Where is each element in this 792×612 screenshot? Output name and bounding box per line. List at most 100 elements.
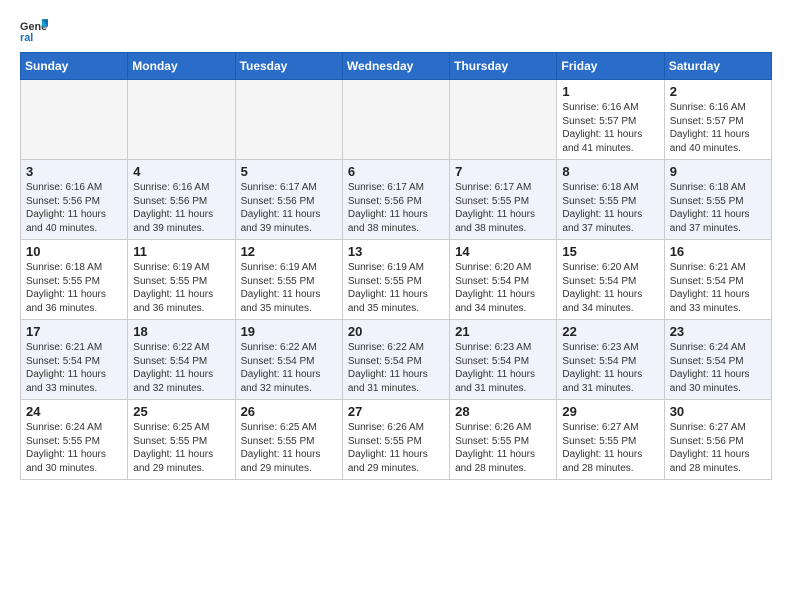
day-info: Sunrise: 6:18 AM Sunset: 5:55 PM Dayligh… xyxy=(26,261,122,315)
day-number: 20 xyxy=(348,324,444,339)
day-info: Sunrise: 6:16 AM Sunset: 5:56 PM Dayligh… xyxy=(26,181,122,235)
day-info: Sunrise: 6:19 AM Sunset: 5:55 PM Dayligh… xyxy=(133,261,229,315)
day-info: Sunrise: 6:17 AM Sunset: 5:55 PM Dayligh… xyxy=(455,181,551,235)
day-cell: 27 Sunrise: 6:26 AM Sunset: 5:55 PM Dayli… xyxy=(342,400,449,480)
header: Gene ral xyxy=(0,0,792,52)
weekday-header-monday: Monday xyxy=(128,53,235,80)
day-cell: 12 Sunrise: 6:19 AM Sunset: 5:55 PM Dayli… xyxy=(235,240,342,320)
day-number: 6 xyxy=(348,164,444,179)
day-cell: 15 Sunrise: 6:20 AM Sunset: 5:54 PM Dayli… xyxy=(557,240,664,320)
day-info: Sunrise: 6:19 AM Sunset: 5:55 PM Dayligh… xyxy=(348,261,444,315)
day-cell xyxy=(450,80,557,160)
day-info: Sunrise: 6:21 AM Sunset: 5:54 PM Dayligh… xyxy=(670,261,766,315)
day-info: Sunrise: 6:16 AM Sunset: 5:57 PM Dayligh… xyxy=(670,101,766,155)
day-info: Sunrise: 6:17 AM Sunset: 5:56 PM Dayligh… xyxy=(241,181,337,235)
day-info: Sunrise: 6:27 AM Sunset: 5:56 PM Dayligh… xyxy=(670,421,766,475)
day-number: 30 xyxy=(670,404,766,419)
day-cell: 22Sunrise: 6:23 AM Sunset: 5:54 PM Dayli… xyxy=(557,320,664,400)
weekday-header-wednesday: Wednesday xyxy=(342,53,449,80)
day-info: Sunrise: 6:21 AM Sunset: 5:54 PM Dayligh… xyxy=(26,341,122,395)
day-info: Sunrise: 6:22 AM Sunset: 5:54 PM Dayligh… xyxy=(241,341,337,395)
day-info: Sunrise: 6:22 AM Sunset: 5:54 PM Dayligh… xyxy=(348,341,444,395)
day-cell: 29 Sunrise: 6:27 AM Sunset: 5:55 PM Dayli… xyxy=(557,400,664,480)
day-cell: 23 Sunrise: 6:24 AM Sunset: 5:54 PM Dayli… xyxy=(664,320,771,400)
day-number: 29 xyxy=(562,404,658,419)
day-cell: 3 Sunrise: 6:16 AM Sunset: 5:56 PM Daylig… xyxy=(21,160,128,240)
calendar-container: SundayMondayTuesdayWednesdayThursdayFrid… xyxy=(20,52,772,480)
day-info: Sunrise: 6:18 AM Sunset: 5:55 PM Dayligh… xyxy=(670,181,766,235)
day-cell: 17 Sunrise: 6:21 AM Sunset: 5:54 PM Dayli… xyxy=(21,320,128,400)
day-number: 2 xyxy=(670,84,766,99)
day-number: 16 xyxy=(670,244,766,259)
weekday-header-row: SundayMondayTuesdayWednesdayThursdayFrid… xyxy=(21,53,772,80)
day-number: 26 xyxy=(241,404,337,419)
day-info: Sunrise: 6:20 AM Sunset: 5:54 PM Dayligh… xyxy=(562,261,658,315)
day-cell: 6 Sunrise: 6:17 AM Sunset: 5:56 PM Daylig… xyxy=(342,160,449,240)
day-cell: 1 Sunrise: 6:16 AM Sunset: 5:57 PM Daylig… xyxy=(557,80,664,160)
weekday-header-saturday: Saturday xyxy=(664,53,771,80)
day-number: 8 xyxy=(562,164,658,179)
day-number: 19 xyxy=(241,324,337,339)
day-cell: 26 Sunrise: 6:25 AM Sunset: 5:55 PM Dayli… xyxy=(235,400,342,480)
day-number: 15 xyxy=(562,244,658,259)
weekday-header-thursday: Thursday xyxy=(450,53,557,80)
svg-text:ral: ral xyxy=(20,32,33,44)
day-number: 11 xyxy=(133,244,229,259)
day-number: 23 xyxy=(670,324,766,339)
day-number: 22 xyxy=(562,324,658,339)
logo: Gene ral xyxy=(20,16,54,44)
day-cell: 30 Sunrise: 6:27 AM Sunset: 5:56 PM Dayli… xyxy=(664,400,771,480)
day-cell xyxy=(128,80,235,160)
day-info: Sunrise: 6:18 AM Sunset: 5:55 PM Dayligh… xyxy=(562,181,658,235)
day-cell: 10 Sunrise: 6:18 AM Sunset: 5:55 PM Dayli… xyxy=(21,240,128,320)
weekday-header-tuesday: Tuesday xyxy=(235,53,342,80)
day-cell: 13 Sunrise: 6:19 AM Sunset: 5:55 PM Dayli… xyxy=(342,240,449,320)
page: Gene ral SundayMondayTuesdayWednesdayThu… xyxy=(0,0,792,612)
weekday-header-sunday: Sunday xyxy=(21,53,128,80)
day-cell: 5 Sunrise: 6:17 AM Sunset: 5:56 PM Daylig… xyxy=(235,160,342,240)
day-number: 14 xyxy=(455,244,551,259)
day-cell: 28Sunrise: 6:26 AM Sunset: 5:55 PM Dayli… xyxy=(450,400,557,480)
day-info: Sunrise: 6:25 AM Sunset: 5:55 PM Dayligh… xyxy=(241,421,337,475)
day-info: Sunrise: 6:17 AM Sunset: 5:56 PM Dayligh… xyxy=(348,181,444,235)
weekday-header-friday: Friday xyxy=(557,53,664,80)
day-cell: 24Sunrise: 6:24 AM Sunset: 5:55 PM Dayli… xyxy=(21,400,128,480)
day-cell: 7 Sunrise: 6:17 AM Sunset: 5:55 PM Daylig… xyxy=(450,160,557,240)
day-cell: 4 Sunrise: 6:16 AM Sunset: 5:56 PM Daylig… xyxy=(128,160,235,240)
day-number: 17 xyxy=(26,324,122,339)
day-info: Sunrise: 6:24 AM Sunset: 5:55 PM Dayligh… xyxy=(26,421,122,475)
day-number: 5 xyxy=(241,164,337,179)
day-info: Sunrise: 6:23 AM Sunset: 5:54 PM Dayligh… xyxy=(455,341,551,395)
day-info: Sunrise: 6:27 AM Sunset: 5:55 PM Dayligh… xyxy=(562,421,658,475)
day-number: 9 xyxy=(670,164,766,179)
day-info: Sunrise: 6:22 AM Sunset: 5:54 PM Dayligh… xyxy=(133,341,229,395)
day-number: 18 xyxy=(133,324,229,339)
day-info: Sunrise: 6:25 AM Sunset: 5:55 PM Dayligh… xyxy=(133,421,229,475)
day-number: 7 xyxy=(455,164,551,179)
day-info: Sunrise: 6:26 AM Sunset: 5:55 PM Dayligh… xyxy=(455,421,551,475)
day-number: 13 xyxy=(348,244,444,259)
day-info: Sunrise: 6:16 AM Sunset: 5:56 PM Dayligh… xyxy=(133,181,229,235)
day-number: 1 xyxy=(562,84,658,99)
day-number: 27 xyxy=(348,404,444,419)
week-row-4: 17 Sunrise: 6:21 AM Sunset: 5:54 PM Dayli… xyxy=(21,320,772,400)
logo-icon: Gene ral xyxy=(20,16,48,44)
calendar-table: SundayMondayTuesdayWednesdayThursdayFrid… xyxy=(20,52,772,480)
day-cell: 11 Sunrise: 6:19 AM Sunset: 5:55 PM Dayli… xyxy=(128,240,235,320)
day-info: Sunrise: 6:26 AM Sunset: 5:55 PM Dayligh… xyxy=(348,421,444,475)
day-cell: 2 Sunrise: 6:16 AM Sunset: 5:57 PM Daylig… xyxy=(664,80,771,160)
day-number: 25 xyxy=(133,404,229,419)
day-number: 10 xyxy=(26,244,122,259)
day-info: Sunrise: 6:20 AM Sunset: 5:54 PM Dayligh… xyxy=(455,261,551,315)
day-number: 21 xyxy=(455,324,551,339)
day-info: Sunrise: 6:19 AM Sunset: 5:55 PM Dayligh… xyxy=(241,261,337,315)
day-number: 3 xyxy=(26,164,122,179)
day-cell: 9 Sunrise: 6:18 AM Sunset: 5:55 PM Daylig… xyxy=(664,160,771,240)
day-cell xyxy=(342,80,449,160)
day-number: 12 xyxy=(241,244,337,259)
day-cell: 8 Sunrise: 6:18 AM Sunset: 5:55 PM Daylig… xyxy=(557,160,664,240)
day-number: 4 xyxy=(133,164,229,179)
day-info: Sunrise: 6:24 AM Sunset: 5:54 PM Dayligh… xyxy=(670,341,766,395)
day-info: Sunrise: 6:16 AM Sunset: 5:57 PM Dayligh… xyxy=(562,101,658,155)
week-row-5: 24Sunrise: 6:24 AM Sunset: 5:55 PM Dayli… xyxy=(21,400,772,480)
